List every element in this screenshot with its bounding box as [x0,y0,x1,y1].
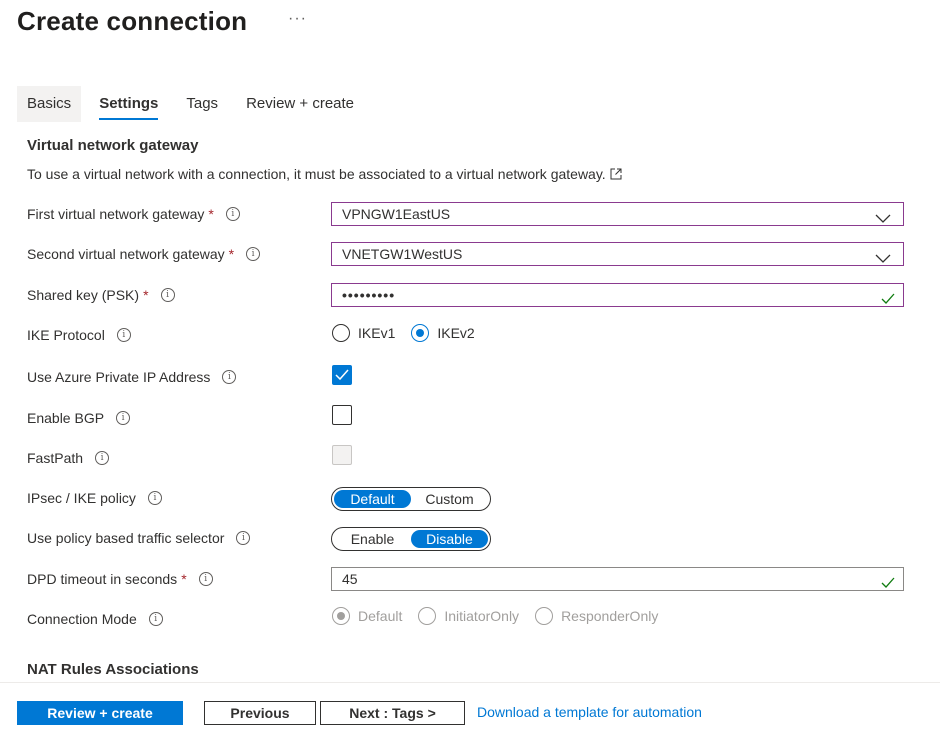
ipsec-default-option[interactable]: Default [334,490,411,508]
mode-responder-radio [535,607,554,625]
ipsec-policy-toggle: Default Custom [331,487,491,511]
dpd-timeout-label: DPD timeout in seconds * i [27,571,213,587]
second-gateway-label-text: Second virtual network gateway [27,246,225,262]
info-icon[interactable]: i [225,207,240,221]
first-gateway-label: First virtual network gateway * i [27,206,240,222]
shared-key-input[interactable]: ••••••••• [331,283,904,307]
tab-settings[interactable]: Settings [89,86,168,122]
next-tags-button[interactable]: Next : Tags > [320,701,465,725]
shared-key-label-text: Shared key (PSK) [27,287,140,303]
policy-disable-option[interactable]: Disable [411,530,488,548]
fastpath-label: FastPath i [27,450,110,466]
tab-basics[interactable]: Basics [17,86,82,122]
info-icon[interactable]: i [95,451,110,465]
fastpath-label-text: FastPath [27,450,84,466]
ike-protocol-radio-group: IKEv1 IKEv2 [332,324,475,342]
checkmark-icon [335,369,349,381]
required-asterisk: * [228,246,235,262]
ike-protocol-label: IKE Protocol i [27,327,131,343]
enable-bgp-checkbox[interactable] [332,405,352,425]
ikev1-label: IKEv1 [358,325,396,341]
info-icon[interactable]: i [148,612,163,626]
shared-key-value: ••••••••• [342,287,396,303]
second-gateway-value: VNETGW1WestUS [342,246,463,262]
mode-initiator-radio [418,607,437,625]
info-icon[interactable]: i [116,328,131,342]
tab-bar: Basics Settings Tags Review + create [17,86,372,122]
description-text: To use a virtual network with a connecti… [27,166,606,182]
policy-selector-label: Use policy based traffic selector i [27,530,251,546]
fastpath-checkbox [332,445,352,465]
tab-review-create[interactable]: Review + create [236,86,364,122]
dpd-timeout-value: 45 [342,571,358,587]
info-icon[interactable]: i [116,411,131,425]
info-icon[interactable]: i [246,247,261,261]
mode-responder-label: ResponderOnly [561,608,659,624]
private-ip-checkbox[interactable] [332,365,352,385]
external-link-icon[interactable] [610,167,622,183]
first-gateway-value: VPNGW1EastUS [342,206,451,222]
ipsec-custom-option[interactable]: Custom [411,490,488,508]
private-ip-label-text: Use Azure Private IP Address [27,369,211,385]
shared-key-label: Shared key (PSK) * i [27,287,175,303]
policy-enable-option[interactable]: Enable [334,530,411,548]
info-icon[interactable]: i [236,531,251,545]
download-template-link[interactable]: Download a template for automation [477,704,702,720]
policy-selector-label-text: Use policy based traffic selector [27,530,225,546]
ikev2-radio[interactable] [411,324,430,342]
enable-bgp-label: Enable BGP i [27,410,131,426]
ikev1-radio[interactable] [332,324,350,342]
mode-default-label: Default [358,608,403,624]
more-options-icon[interactable]: ··· [288,10,307,28]
connection-mode-label: Connection Mode i [27,611,163,627]
required-asterisk: * [181,571,187,587]
info-icon[interactable]: i [198,572,213,586]
second-gateway-label: Second virtual network gateway * i [27,246,261,262]
second-gateway-dropdown[interactable]: VNETGW1WestUS [331,242,904,266]
info-icon[interactable]: i [160,288,175,302]
dpd-timeout-input[interactable]: 45 [331,567,904,591]
chevron-down-icon [875,248,891,270]
page-title: Create connection [17,6,248,36]
first-gateway-label-text: First virtual network gateway [27,206,205,222]
required-asterisk: * [208,206,214,222]
private-ip-label: Use Azure Private IP Address i [27,369,237,385]
ipsec-policy-label: IPsec / IKE policy i [27,490,162,506]
enable-bgp-label-text: Enable BGP [27,410,105,426]
connection-mode-radio-group: Default InitiatorOnly ResponderOnly [332,607,658,625]
info-icon[interactable]: i [222,370,237,384]
previous-button[interactable]: Previous [204,701,316,725]
section-description: To use a virtual network with a connecti… [27,166,622,183]
mode-initiator-label: InitiatorOnly [444,608,520,624]
required-asterisk: * [143,287,149,303]
checkmark-icon [881,289,895,311]
tab-tags[interactable]: Tags [176,86,228,122]
footer-divider [0,682,940,683]
dpd-timeout-label-text: DPD timeout in seconds [27,571,178,587]
policy-selector-toggle: Enable Disable [331,527,491,551]
section-title: Virtual network gateway [27,137,199,154]
connection-mode-label-text: Connection Mode [27,611,137,627]
info-icon[interactable]: i [147,491,162,505]
review-create-button[interactable]: Review + create [17,701,183,725]
ikev2-label: IKEv2 [437,325,475,341]
ipsec-policy-label-text: IPsec / IKE policy [27,490,136,506]
ike-protocol-label-text: IKE Protocol [27,327,105,343]
chevron-down-icon [875,208,891,230]
first-gateway-dropdown[interactable]: VPNGW1EastUS [331,202,904,226]
mode-default-radio [332,607,350,625]
nat-section-title: NAT Rules Associations [27,661,199,678]
checkmark-icon [881,573,895,595]
